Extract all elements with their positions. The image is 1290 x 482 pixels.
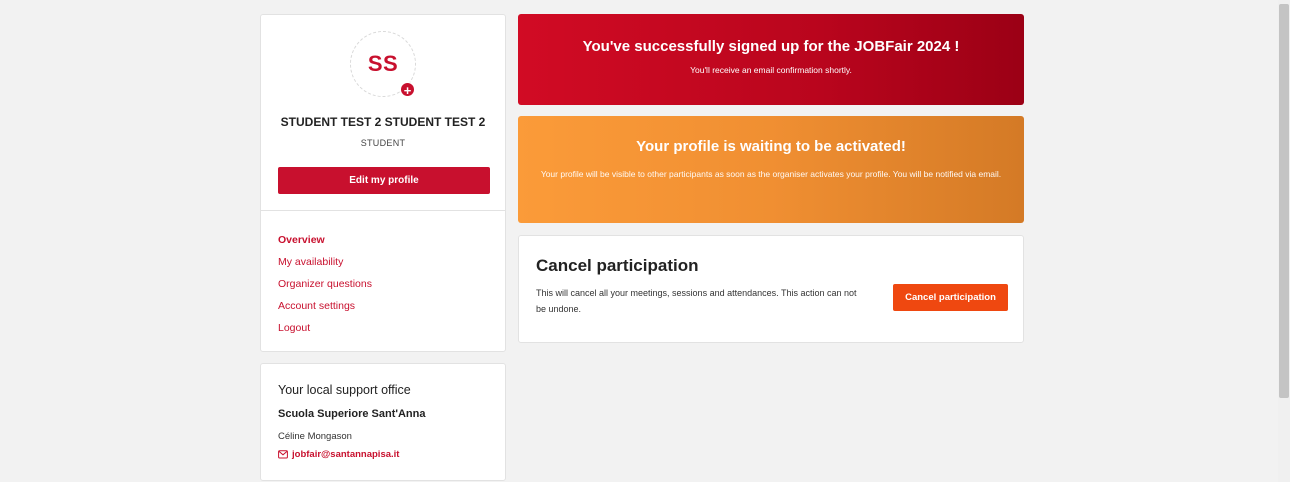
profile-card: SS + STUDENT TEST 2 STUDENT TEST 2 STUDE… — [260, 14, 506, 352]
page: SS + STUDENT TEST 2 STUDENT TEST 2 STUDE… — [0, 0, 1290, 482]
support-card: Your local support office Scuola Superio… — [260, 363, 506, 481]
mail-icon — [278, 450, 288, 459]
divider — [261, 210, 505, 211]
nav-item-overview[interactable]: Overview — [278, 233, 372, 255]
signup-success-banner: You've successfully signed up for the JO… — [518, 14, 1024, 105]
avatar-initials: SS — [367, 51, 399, 76]
success-banner-text: You'll receive an email confirmation sho… — [690, 65, 852, 75]
warning-banner-title: Your profile is waiting to be activated! — [636, 138, 906, 155]
cancel-description: This will cancel all your meetings, sess… — [536, 288, 857, 314]
profile-role: STUDENT — [360, 138, 406, 148]
avatar-wrapper[interactable]: SS + — [350, 31, 416, 98]
cancel-title: Cancel participation — [536, 256, 699, 275]
support-email-text: jobfair@santannapisa.it — [292, 449, 400, 460]
cancel-participation-card: Cancel participation This will cancel al… — [518, 235, 1024, 343]
support-email-link[interactable]: jobfair@santannapisa.it — [278, 449, 399, 460]
profile-nav: Overview My availability Organizer quest… — [278, 233, 372, 343]
nav-item-logout[interactable]: Logout — [278, 321, 372, 343]
nav-item-organizer-questions[interactable]: Organizer questions — [278, 277, 372, 299]
support-contact-name: Céline Mongason — [278, 431, 352, 442]
activation-pending-banner: Your profile is waiting to be activated!… — [518, 116, 1024, 223]
vertical-scrollbar[interactable] — [1278, 0, 1290, 482]
profile-name: STUDENT TEST 2 STUDENT TEST 2 — [280, 115, 486, 129]
scrollbar-thumb[interactable] — [1279, 4, 1289, 398]
nav-item-account-settings[interactable]: Account settings — [278, 299, 372, 321]
warning-banner-text: Your profile will be visible to other pa… — [540, 169, 1002, 179]
edit-profile-button[interactable]: Edit my profile — [278, 167, 490, 194]
cancel-participation-button[interactable]: Cancel participation — [893, 284, 1008, 311]
nav-item-my-availability[interactable]: My availability — [278, 255, 372, 277]
add-photo-icon[interactable]: + — [400, 82, 415, 98]
support-organization: Scuola Superiore Sant'Anna — [278, 408, 426, 420]
success-banner-title: You've successfully signed up for the JO… — [582, 38, 960, 55]
support-title: Your local support office — [278, 383, 411, 397]
